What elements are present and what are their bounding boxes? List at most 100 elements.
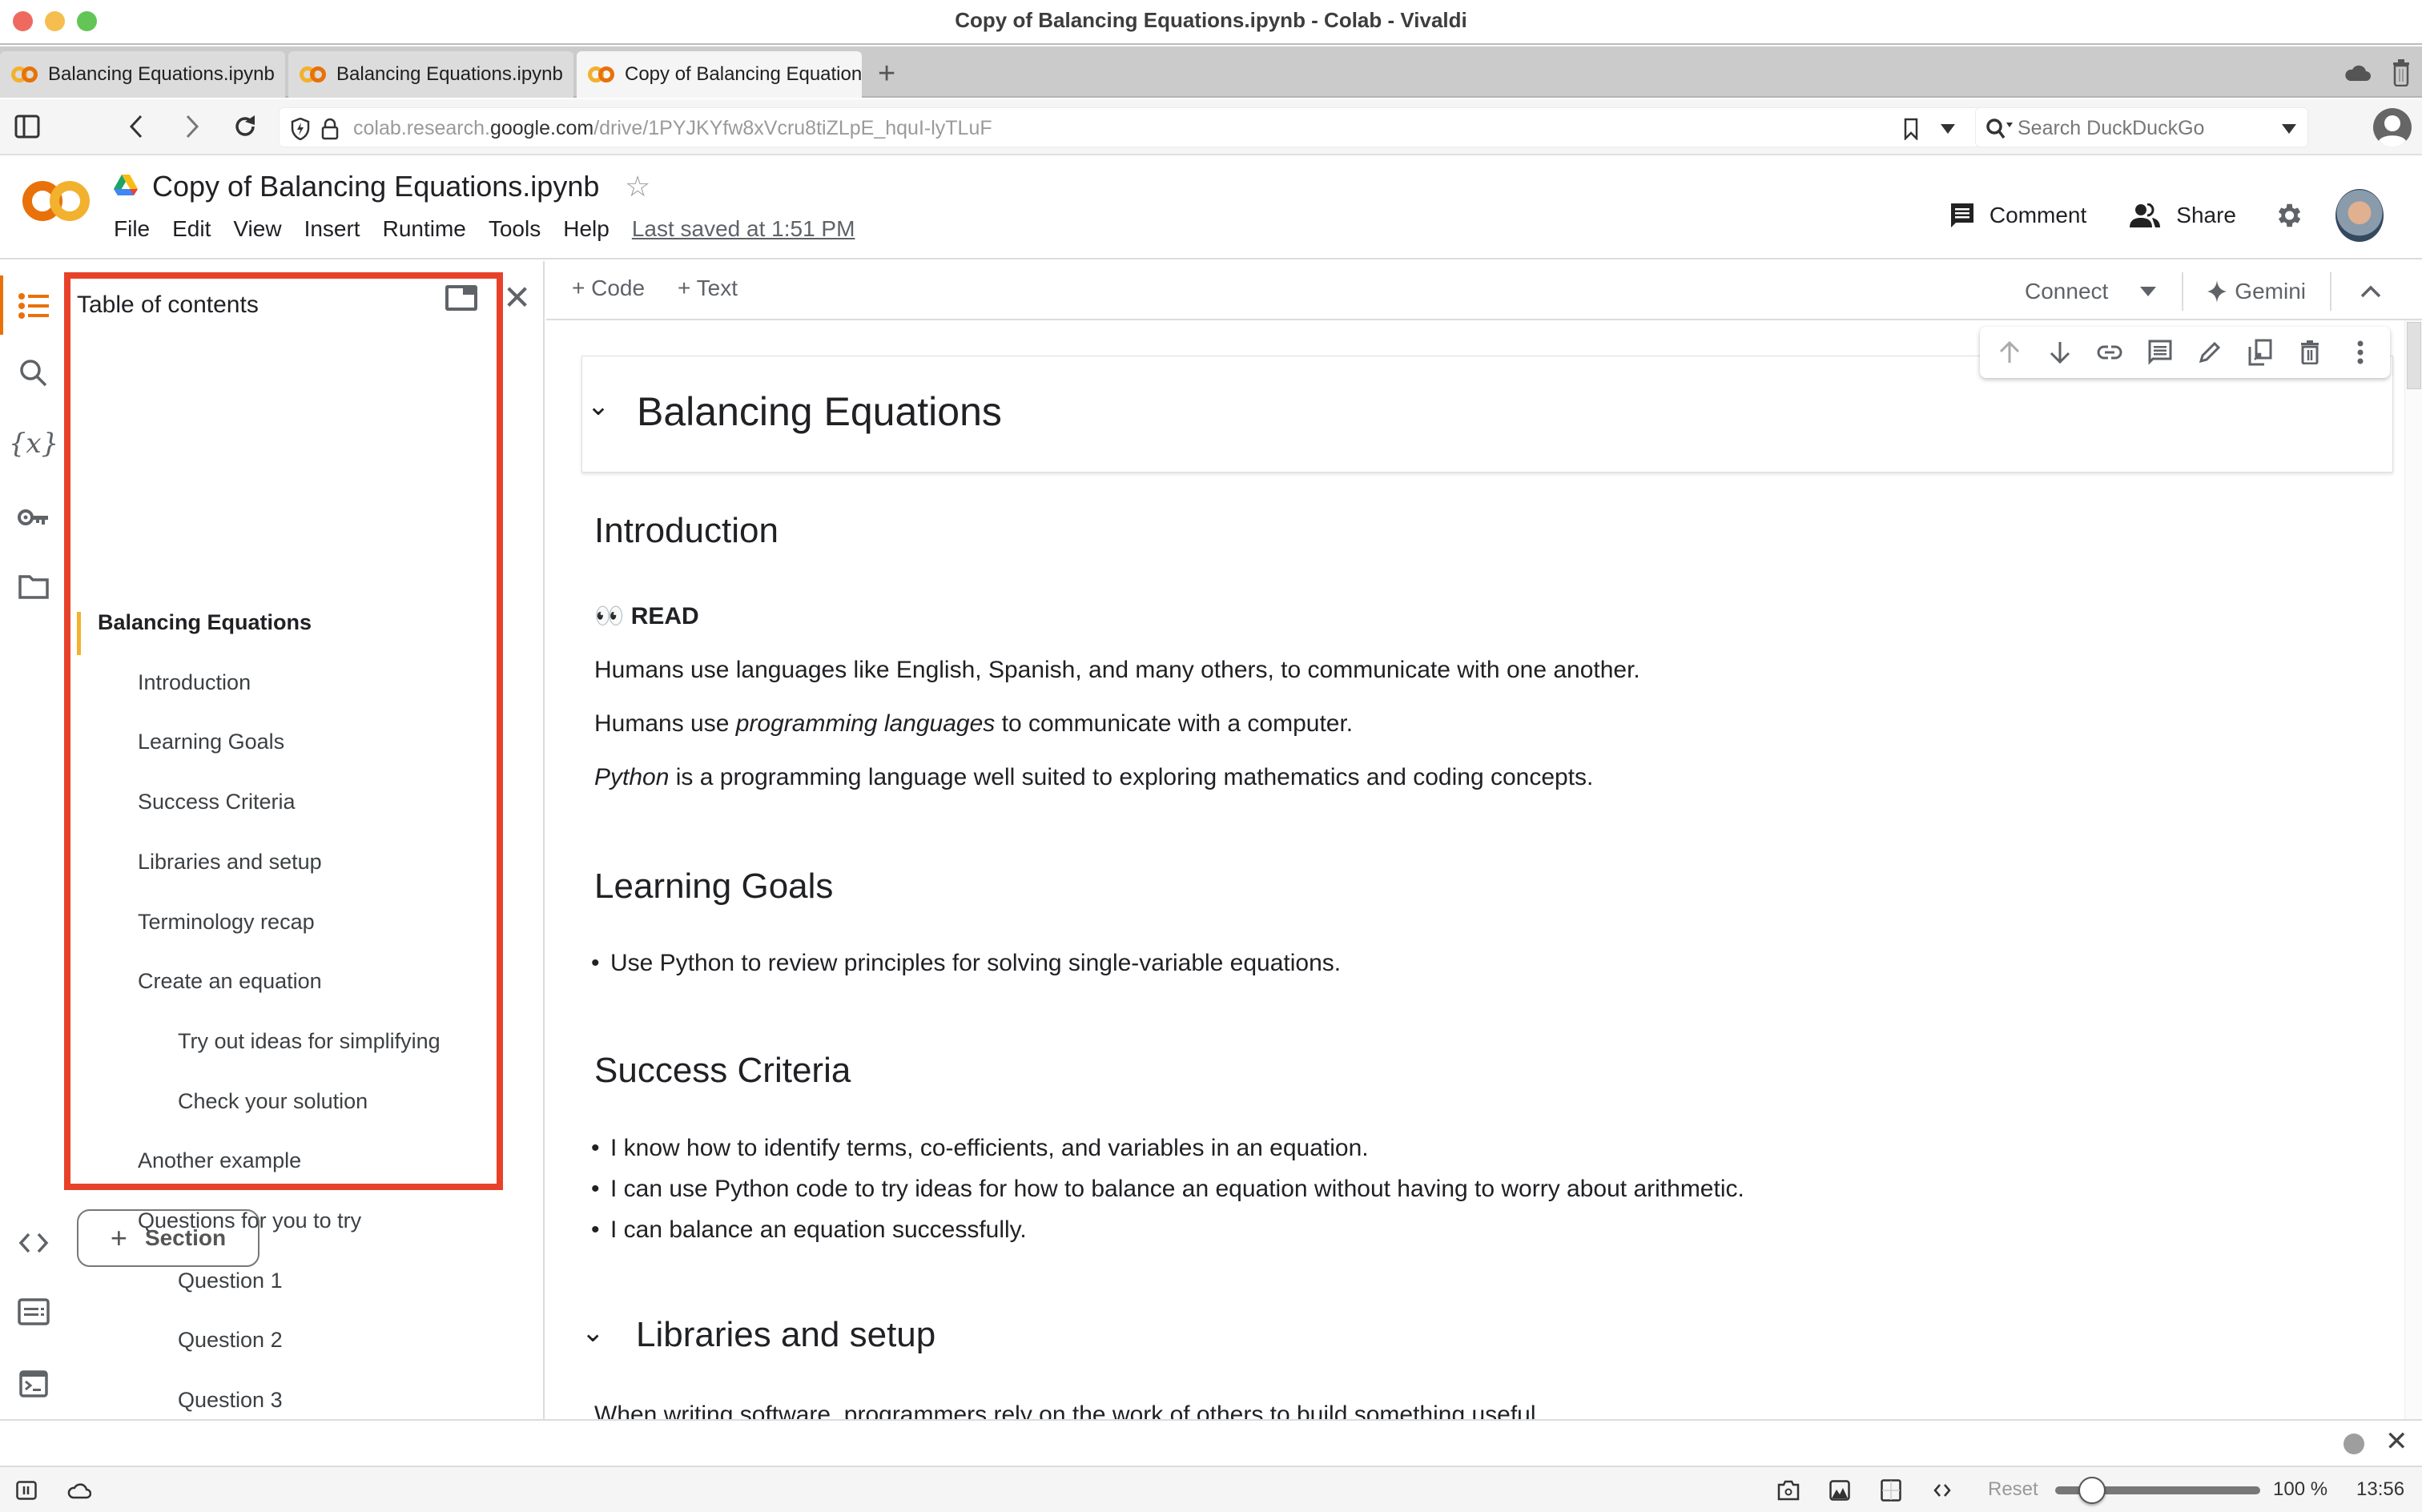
scrollbar-thumb[interactable]	[2407, 322, 2421, 389]
vertical-scrollbar[interactable]	[2404, 320, 2422, 1419]
toc-item[interactable]: Try out ideas for simplifying	[178, 1029, 441, 1054]
toc-item[interactable]: Question 1	[178, 1269, 283, 1293]
sync-cloud-icon[interactable]	[67, 1478, 91, 1502]
toc-item[interactable]: Terminology recap	[138, 910, 315, 935]
star-icon[interactable]: ☆	[625, 170, 650, 203]
toc-item[interactable]: Check your solution	[178, 1089, 368, 1114]
lock-icon[interactable]	[321, 118, 339, 140]
browser-navbar: colab.research.google.com/drive/1PYJKYfw…	[0, 99, 2422, 155]
move-cell-up-icon[interactable]	[1994, 336, 2026, 368]
google-drive-icon[interactable]	[114, 175, 138, 197]
comment-button[interactable]: Comment	[1949, 202, 2086, 229]
list-item: I can use Python code to try ideas for h…	[591, 1176, 1744, 1203]
search-icon[interactable]	[16, 356, 51, 391]
collapse-chevron-icon[interactable]: ⌄	[582, 390, 614, 422]
move-cell-down-icon[interactable]	[2044, 336, 2076, 368]
settings-gear-icon[interactable]	[2273, 200, 2303, 231]
add-code-cell-button[interactable]: + Code	[572, 275, 645, 301]
panel-toggle-icon[interactable]	[14, 1478, 38, 1502]
new-tab-button[interactable]: +	[878, 56, 895, 91]
last-saved-link[interactable]: Last saved at 1:51 PM	[632, 216, 855, 242]
popout-window-icon[interactable]	[445, 285, 477, 311]
connect-button[interactable]: Connect	[2025, 279, 2108, 304]
colab-logo[interactable]	[22, 181, 90, 221]
close-bottom-panel-icon[interactable]: ✕	[2385, 1426, 2408, 1458]
toc-item[interactable]: Another example	[138, 1148, 301, 1173]
more-options-icon[interactable]	[2344, 336, 2376, 368]
menu-view[interactable]: View	[233, 216, 281, 242]
files-folder-icon[interactable]	[16, 569, 51, 604]
capture-camera-icon[interactable]	[1776, 1478, 1800, 1502]
toc-item[interactable]: Create an equation	[138, 969, 322, 994]
reload-icon[interactable]	[231, 112, 260, 141]
connect-dropdown-icon[interactable]	[2140, 287, 2157, 296]
add-section-button[interactable]: + Section	[77, 1209, 260, 1267]
add-comment-icon[interactable]	[2144, 336, 2176, 368]
toc-item[interactable]: Balancing Equations	[98, 610, 312, 635]
address-bar[interactable]: colab.research.google.com/drive/1PYJKYfw…	[279, 107, 1983, 147]
delete-cell-icon[interactable]	[2294, 336, 2326, 368]
url-text: colab.research.google.com/drive/1PYJKYfw…	[353, 117, 992, 139]
toc-item[interactable]: Learning Goals	[138, 730, 284, 754]
paragraph: When writing software, programmers rely …	[594, 1401, 1543, 1419]
rail-active-indicator	[0, 275, 3, 335]
profile-icon[interactable]	[2372, 107, 2412, 147]
bookmark-dropdown-icon[interactable]	[1941, 124, 1955, 134]
close-panel-icon[interactable]: ✕	[503, 279, 531, 317]
toc-item[interactable]: Question 2	[178, 1328, 283, 1353]
plus-icon: +	[678, 275, 697, 300]
code-snippets-icon[interactable]	[16, 1225, 51, 1261]
zoom-slider-thumb[interactable]	[2078, 1477, 2106, 1504]
search-dropdown-icon[interactable]	[2282, 124, 2296, 134]
menu-tools[interactable]: Tools	[489, 216, 541, 242]
colab-logo-icon	[588, 66, 615, 82]
menu-insert[interactable]: Insert	[304, 216, 360, 242]
search-engine-box[interactable]: Search DuckDuckGo	[1975, 107, 2308, 147]
gemini-sparkle-icon	[2207, 280, 2227, 303]
edit-pencil-icon[interactable]	[2194, 336, 2226, 368]
browser-tab[interactable]: Balancing Equations.ipynb	[288, 51, 573, 98]
toc-item[interactable]: Libraries and setup	[138, 850, 322, 875]
add-text-cell-button[interactable]: + Text	[678, 275, 738, 301]
browser-tab[interactable]: Balancing Equations.ipynb	[0, 51, 285, 98]
gemini-button[interactable]: Gemini	[2207, 279, 2306, 304]
forward-icon[interactable]	[178, 112, 207, 141]
toc-item[interactable]: Question 3	[178, 1388, 283, 1413]
search-input[interactable]: Search DuckDuckGo	[2018, 117, 2204, 140]
cloud-sync-icon[interactable]	[2344, 63, 2371, 82]
zoom-slider[interactable]	[2055, 1477, 2260, 1504]
trash-icon[interactable]	[2392, 59, 2411, 86]
section-heading-learning-goals: Learning Goals	[594, 867, 834, 906]
mirror-cell-icon[interactable]	[2244, 336, 2276, 368]
back-icon[interactable]	[122, 112, 151, 141]
menu-runtime[interactable]: Runtime	[383, 216, 466, 242]
sidebar-toggle-icon[interactable]	[13, 112, 42, 141]
bookmark-icon[interactable]	[1904, 118, 1918, 140]
user-avatar[interactable]	[2336, 189, 2384, 242]
toc-item[interactable]: Introduction	[138, 670, 251, 695]
collapse-header-icon[interactable]	[2360, 285, 2381, 298]
share-button[interactable]: Share	[2130, 203, 2236, 228]
notebook-area: + Code + Text Connect Gemini ⌄ Balancing…	[546, 261, 2422, 1419]
page-actions-icon[interactable]	[1930, 1478, 1954, 1502]
images-icon[interactable]	[1828, 1478, 1852, 1502]
command-palette-icon[interactable]	[16, 1294, 51, 1329]
notebook-title[interactable]: Copy of Balancing Equations.ipynb	[152, 170, 599, 203]
left-rail: {x}	[0, 261, 64, 1419]
menu-file[interactable]: File	[114, 216, 150, 242]
toc-item[interactable]: Success Criteria	[138, 790, 296, 814]
browser-tab-active[interactable]: Copy of Balancing Equation	[577, 51, 862, 98]
list-item: I can balance an equation successfully.	[591, 1216, 1027, 1244]
shield-icon[interactable]	[291, 118, 310, 140]
menu-help[interactable]: Help	[563, 216, 610, 242]
secrets-key-icon[interactable]	[16, 500, 51, 535]
colab-logo-icon	[300, 66, 327, 82]
zoom-reset-button[interactable]: Reset	[1988, 1478, 2038, 1501]
tile-layout-icon[interactable]	[1879, 1478, 1903, 1502]
link-icon[interactable]	[2094, 336, 2126, 368]
toc-icon[interactable]	[16, 288, 51, 324]
variables-icon[interactable]: {x}	[9, 426, 58, 461]
terminal-icon[interactable]	[16, 1366, 51, 1401]
menu-edit[interactable]: Edit	[172, 216, 211, 242]
collapse-chevron-icon[interactable]: ⌄	[581, 1317, 605, 1349]
